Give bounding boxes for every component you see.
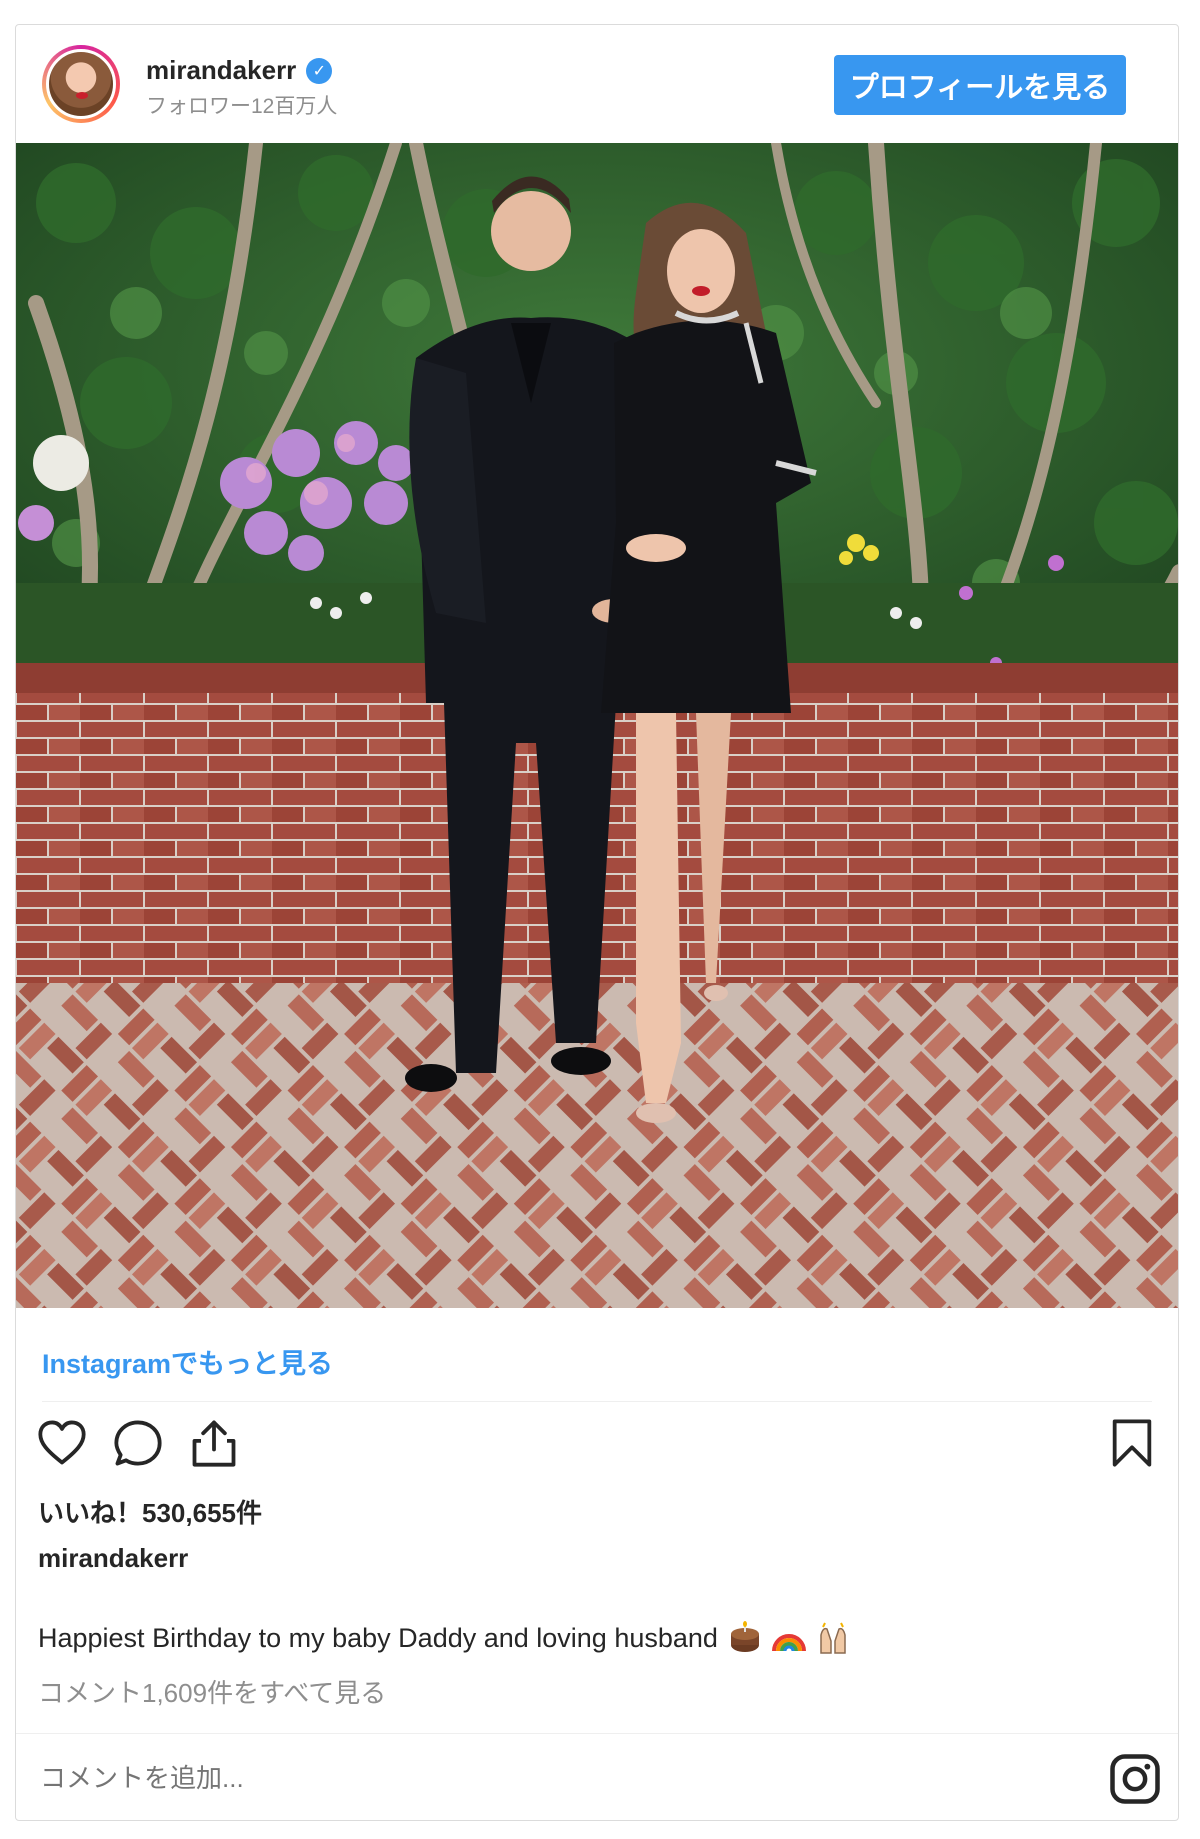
view-more-on-instagram-link[interactable]: Instagramでもっと見る xyxy=(42,1342,333,1381)
heart-icon[interactable] xyxy=(36,1417,88,1469)
bookmark-icon[interactable] xyxy=(1106,1417,1158,1469)
like-count[interactable]: いいね！530,655件 xyxy=(38,1493,262,1530)
avatar[interactable] xyxy=(42,45,120,123)
post-caption: Happiest Birthday to my baby Daddy and l… xyxy=(38,1621,850,1655)
rainbow-emoji-icon xyxy=(771,1634,806,1652)
instagram-logo-icon[interactable] xyxy=(1108,1752,1162,1806)
username-link[interactable]: mirandakerr xyxy=(146,55,296,86)
post-photo-image xyxy=(16,143,1178,1308)
raised-hands-emoji-icon xyxy=(820,1622,846,1654)
view-profile-button[interactable]: プロフィールを見る xyxy=(834,55,1126,115)
divider xyxy=(42,1401,1152,1402)
view-all-comments-link[interactable]: コメント1,609件をすべて見る xyxy=(38,1673,386,1710)
verified-badge-icon: ✓ xyxy=(306,57,333,84)
caption-text: Happiest Birthday to my baby Daddy and l… xyxy=(38,1622,718,1653)
post-header: mirandakerr ✓ フォロワー12百万人 プロフィールを見る xyxy=(16,25,1178,143)
add-comment-input[interactable] xyxy=(38,1762,942,1795)
username-row: mirandakerr ✓ xyxy=(146,55,333,86)
comment-icon[interactable] xyxy=(112,1417,164,1469)
cake-emoji-icon xyxy=(730,1621,759,1652)
comment-divider xyxy=(16,1733,1178,1734)
follower-count: フォロワー12百万人 xyxy=(146,95,338,118)
instagram-embed-card: mirandakerr ✓ フォロワー12百万人 プロフィールを見る Insta… xyxy=(15,24,1179,1821)
avatar-image xyxy=(46,49,116,119)
post-photo[interactable] xyxy=(16,143,1178,1308)
caption-author[interactable]: mirandakerr xyxy=(38,1543,188,1574)
action-bar xyxy=(16,1417,1178,1477)
share-icon[interactable] xyxy=(188,1417,240,1469)
